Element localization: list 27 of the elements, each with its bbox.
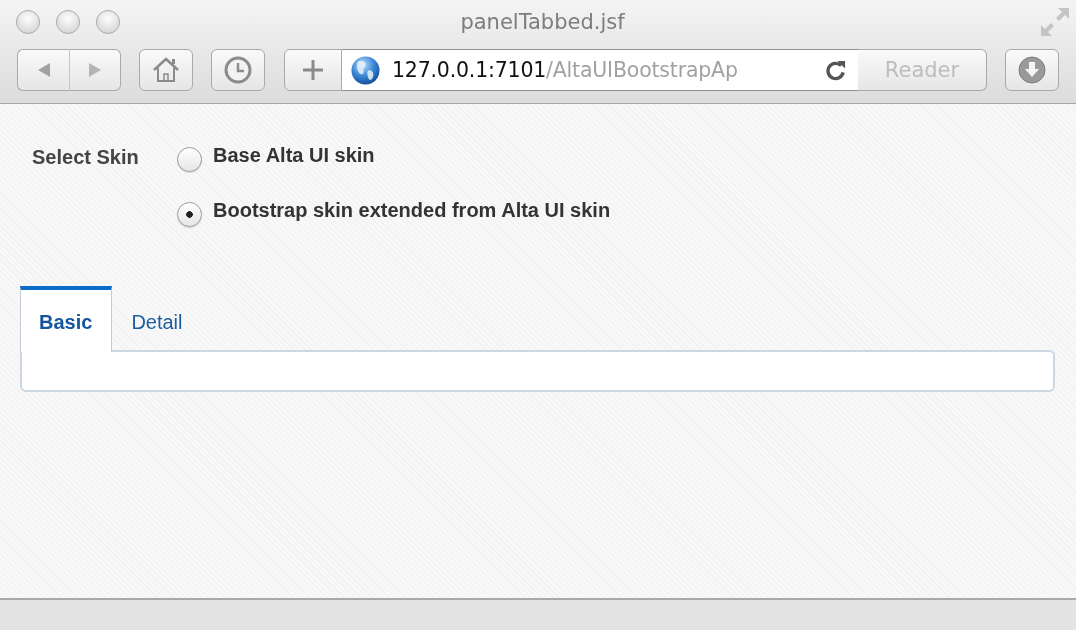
plus-icon xyxy=(303,60,323,80)
add-button[interactable] xyxy=(284,49,342,91)
expand-arrows-icon[interactable] xyxy=(1041,8,1069,36)
clock-icon xyxy=(224,56,252,84)
tab[interactable]: Basic xyxy=(20,286,113,352)
tab[interactable]: Detail xyxy=(112,286,203,352)
window-title: panelTabbed.jsf xyxy=(460,10,625,34)
back-button[interactable] xyxy=(17,49,69,91)
radio-button[interactable] xyxy=(177,202,202,227)
address-text: 127.0.0.1:7101/AltaUIBootstrapAp xyxy=(392,58,739,82)
download-button[interactable] xyxy=(1005,49,1059,91)
home-button[interactable] xyxy=(139,49,193,91)
radio-label[interactable]: Base Alta UI skin xyxy=(213,143,375,167)
field-label: Select Skin xyxy=(32,145,139,169)
forward-arrow-icon xyxy=(89,63,101,77)
house-icon xyxy=(152,57,180,83)
reload-icon[interactable] xyxy=(825,59,846,81)
globe-icon xyxy=(351,55,380,85)
window-control-button[interactable] xyxy=(16,10,40,34)
window-control-button[interactable] xyxy=(96,10,120,34)
back-arrow-icon xyxy=(37,63,50,77)
radio-label[interactable]: Bootstrap skin extended from Alta UI skin xyxy=(213,198,611,222)
radio-button[interactable] xyxy=(177,147,202,172)
window-control-button[interactable] xyxy=(56,10,80,34)
history-button[interactable] xyxy=(211,49,265,91)
forward-button[interactable] xyxy=(69,49,121,91)
address-field[interactable]: 127.0.0.1:7101/AltaUIBootstrapAp xyxy=(342,49,858,91)
